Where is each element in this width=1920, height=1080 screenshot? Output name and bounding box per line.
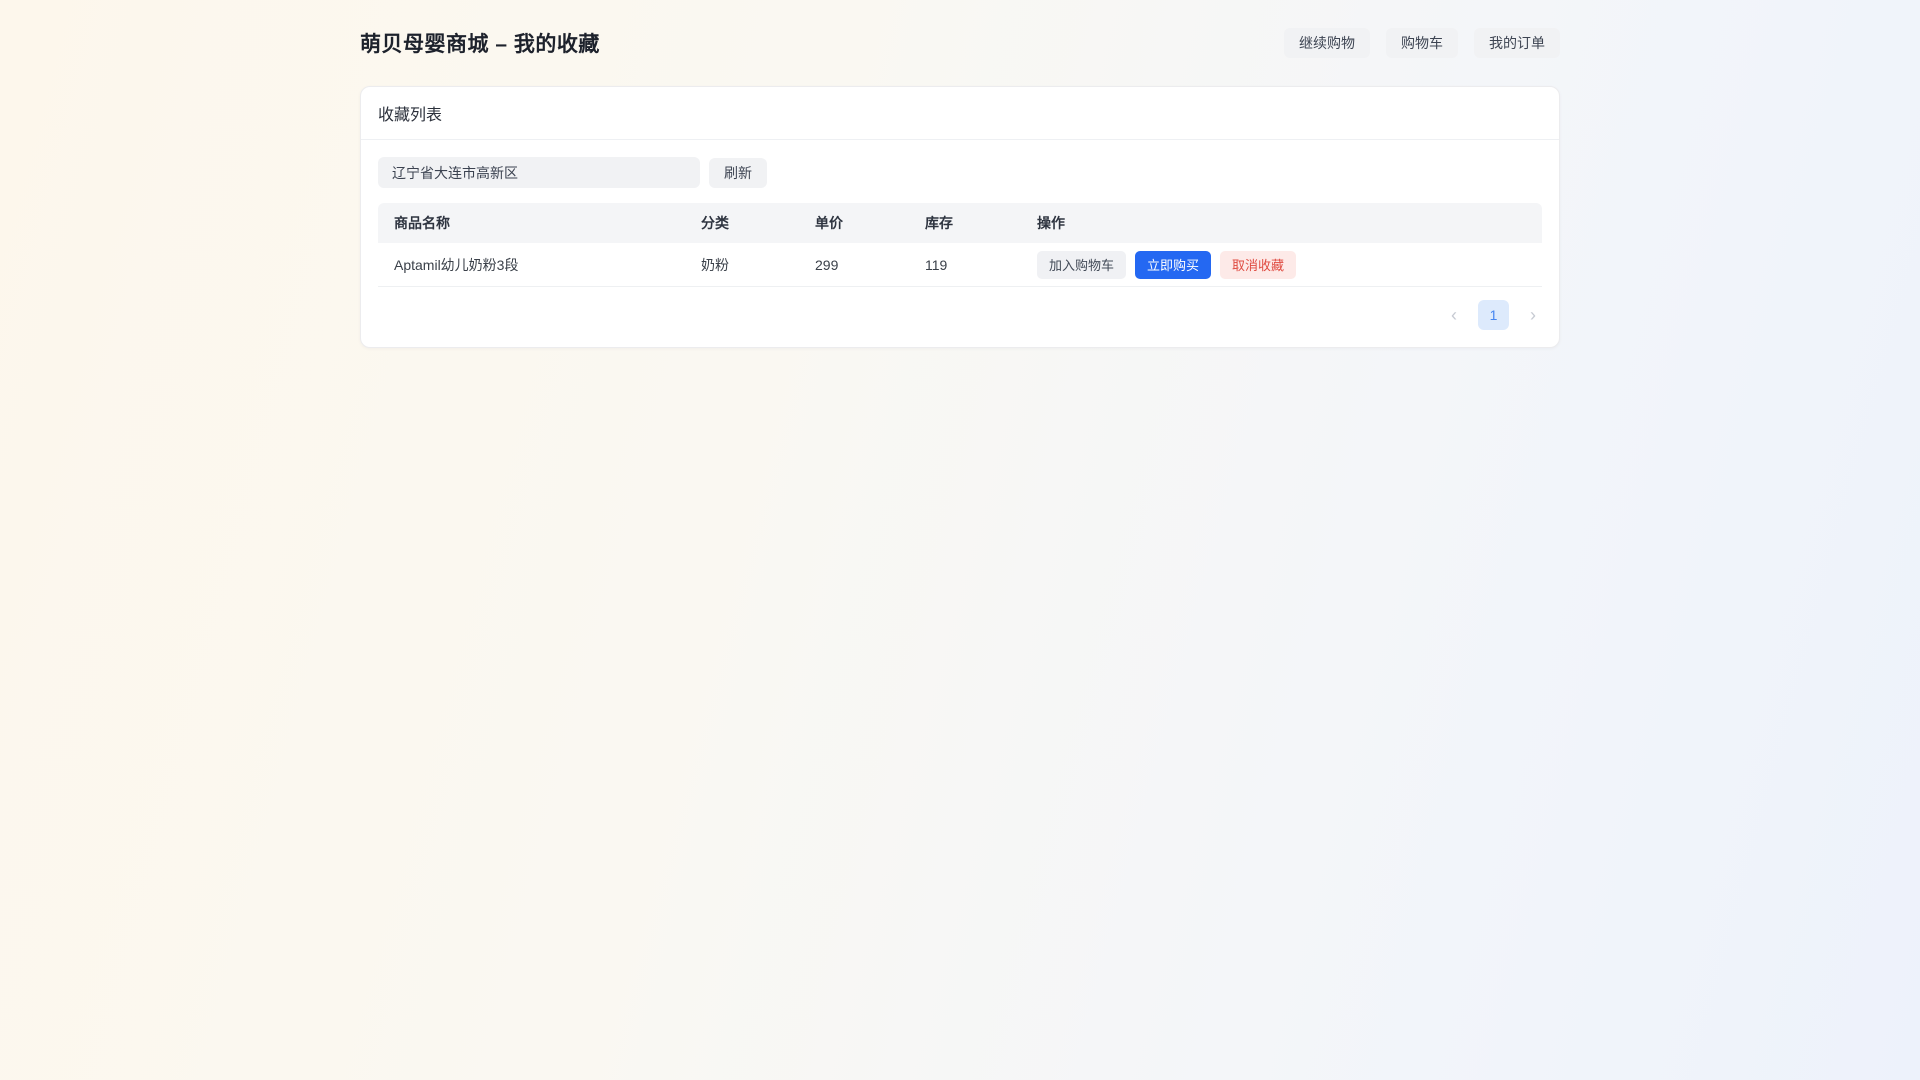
address-input[interactable] bbox=[378, 157, 700, 188]
remove-favorite-button[interactable]: 取消收藏 bbox=[1220, 251, 1296, 279]
chevron-right-icon[interactable]: › bbox=[1526, 304, 1540, 326]
table-row: Aptamil幼儿奶粉3段 奶粉 299 119 加入购物车 立即购买 取消收藏 bbox=[378, 243, 1542, 287]
page-container: 萌贝母婴商城 – 我的收藏 继续购物 购物车 我的订单 收藏列表 刷新 商品名称… bbox=[360, 0, 1560, 348]
price-cell: 299 bbox=[799, 257, 909, 273]
column-header-price: 单价 bbox=[799, 213, 909, 233]
actions-cell: 加入购物车 立即购买 取消收藏 bbox=[1021, 251, 1542, 279]
column-header-category: 分类 bbox=[685, 213, 799, 233]
refresh-button[interactable]: 刷新 bbox=[709, 158, 767, 188]
chevron-left-icon[interactable]: ‹ bbox=[1447, 304, 1461, 326]
favorites-toolbar: 刷新 bbox=[378, 157, 1542, 188]
column-header-name: 商品名称 bbox=[378, 213, 685, 233]
row-actions: 加入购物车 立即购买 取消收藏 bbox=[1037, 251, 1296, 279]
column-header-actions: 操作 bbox=[1021, 213, 1542, 233]
nav-buttons: 继续购物 购物车 我的订单 bbox=[1284, 28, 1560, 58]
cart-button[interactable]: 购物车 bbox=[1386, 28, 1458, 58]
page-number-current[interactable]: 1 bbox=[1478, 300, 1509, 330]
table-header-row: 商品名称 分类 单价 库存 操作 bbox=[378, 203, 1542, 243]
add-to-cart-button[interactable]: 加入购物车 bbox=[1037, 251, 1126, 279]
continue-shopping-button[interactable]: 继续购物 bbox=[1284, 28, 1370, 58]
favorites-card: 收藏列表 刷新 商品名称 分类 单价 库存 操作 Aptamil幼儿奶粉3段 奶… bbox=[360, 86, 1560, 348]
my-orders-button[interactable]: 我的订单 bbox=[1474, 28, 1560, 58]
page-title: 萌贝母婴商城 – 我的收藏 bbox=[360, 28, 600, 58]
buy-now-button[interactable]: 立即购买 bbox=[1135, 251, 1211, 279]
top-bar: 萌贝母婴商城 – 我的收藏 继续购物 购物车 我的订单 bbox=[360, 24, 1560, 62]
pagination: ‹ 1 › bbox=[378, 300, 1542, 330]
category-cell: 奶粉 bbox=[685, 255, 799, 275]
column-header-stock: 库存 bbox=[909, 213, 1021, 233]
favorites-table: 商品名称 分类 单价 库存 操作 Aptamil幼儿奶粉3段 奶粉 299 11… bbox=[378, 203, 1542, 287]
product-name-cell: Aptamil幼儿奶粉3段 bbox=[378, 255, 685, 275]
stock-cell: 119 bbox=[909, 257, 1021, 273]
favorites-card-title: 收藏列表 bbox=[361, 87, 1559, 140]
favorites-card-body: 刷新 商品名称 分类 单价 库存 操作 Aptamil幼儿奶粉3段 奶粉 299… bbox=[361, 140, 1559, 347]
